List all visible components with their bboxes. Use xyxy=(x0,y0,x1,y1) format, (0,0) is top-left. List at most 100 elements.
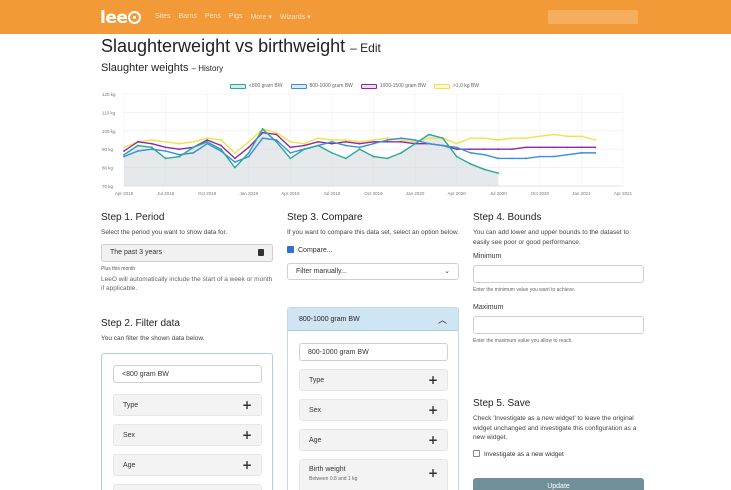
compare-row-sex[interactable]: Sex + xyxy=(299,399,448,421)
plus-icon: + xyxy=(427,403,438,417)
series-point-3 xyxy=(317,137,319,140)
plus-icon: + xyxy=(427,433,438,447)
compare-filter-select[interactable]: Filter manually... ⌄ xyxy=(287,262,459,280)
series-point-0 xyxy=(331,151,333,154)
series-point-1 xyxy=(469,151,472,154)
series-point-1 xyxy=(331,140,333,143)
chevron-up-icon: ︿ xyxy=(437,314,447,325)
series-point-1 xyxy=(441,144,444,147)
chevron-down-icon: ⌄ xyxy=(444,268,450,275)
filter-name-value: <800 gram BW xyxy=(122,370,169,378)
x-tick-label: Apr 2019 xyxy=(281,191,300,196)
x-tick-label: Apr 2018 xyxy=(115,191,134,196)
plus-icon: + xyxy=(241,428,252,442)
series-point-2 xyxy=(511,148,514,151)
nav-sites[interactable]: Sites xyxy=(155,13,171,21)
series-point-3 xyxy=(483,137,486,140)
series-point-1 xyxy=(386,139,389,141)
leeo-logo[interactable]: lee xyxy=(100,8,142,28)
series-point-3 xyxy=(358,140,361,143)
compare-row-type-label: Type xyxy=(309,376,325,384)
series-point-0 xyxy=(372,155,375,158)
filter-row-more[interactable] xyxy=(113,484,262,490)
series-point-2 xyxy=(233,157,236,160)
series-point-1 xyxy=(414,139,416,141)
series-point-3 xyxy=(455,142,458,145)
x-tick-label: Oct 2018 xyxy=(198,191,217,196)
plus-icon: + xyxy=(427,466,438,480)
series-point-3 xyxy=(247,140,250,143)
series-point-3 xyxy=(552,133,555,136)
chart-heading-suffix: – History xyxy=(191,64,224,73)
compare-row-age[interactable]: Age + xyxy=(299,429,448,451)
series-point-1 xyxy=(123,155,125,158)
series-point-2 xyxy=(178,148,181,151)
filter-row-age-label: Age xyxy=(123,461,136,469)
step4-bounds: Step 4. Bounds You can add lower and upp… xyxy=(473,212,645,344)
maximum-input[interactable] xyxy=(473,316,644,334)
series-point-0 xyxy=(455,155,458,158)
accordion-header[interactable]: 800-1000 gram BW ︿ xyxy=(288,308,458,331)
series-point-3 xyxy=(566,135,569,138)
series-point-2 xyxy=(289,146,292,149)
new-widget-row[interactable]: Investigate as a new widget xyxy=(473,449,645,458)
series-point-3 xyxy=(538,135,541,138)
y-tick-label: 90 kg xyxy=(102,147,114,152)
nav-wizards[interactable]: Wizards ▾ xyxy=(280,13,311,21)
filter-row-age[interactable]: Age + xyxy=(113,454,262,476)
series-point-2 xyxy=(358,142,361,145)
compare-name-input[interactable]: 800-1000 gram BW xyxy=(299,343,448,361)
step4-desc: You can add lower and upper bounds to th… xyxy=(473,229,629,246)
chart-heading-text: Slaughter weights xyxy=(101,62,189,74)
step5-save: Step 5. Save Check 'Investigate as a new… xyxy=(473,398,645,458)
series-point-3 xyxy=(372,139,375,141)
compare-checkbox-row[interactable]: Compare... xyxy=(287,245,459,254)
period-select[interactable]: The past 3 years xyxy=(101,243,273,262)
user-menu[interactable] xyxy=(548,10,638,24)
series-point-3 xyxy=(344,139,347,141)
compare-checkbox[interactable] xyxy=(287,245,294,253)
minimum-input[interactable] xyxy=(473,265,644,283)
page-title-text: Slaughterweight vs birthweight xyxy=(101,36,346,56)
new-widget-label: Investigate as a new widget xyxy=(484,450,564,458)
nav-pens[interactable]: Pens xyxy=(205,13,221,21)
filter-row-sex[interactable]: Sex + xyxy=(113,424,262,446)
series-point-3 xyxy=(233,151,236,154)
series-point-2 xyxy=(261,131,264,134)
series-point-0 xyxy=(497,172,500,175)
step4-title: Step 4. Bounds xyxy=(473,212,542,223)
series-point-1 xyxy=(566,153,569,156)
max-help: Enter the maximum value you allow to rea… xyxy=(473,338,573,344)
series-point-3 xyxy=(123,146,125,149)
compare-row-type[interactable]: Type + xyxy=(299,369,448,391)
series-point-2 xyxy=(220,144,222,147)
step1-title: Step 1. Period xyxy=(101,212,165,223)
compare-row-age-label: Age xyxy=(309,436,322,444)
series-point-2 xyxy=(566,146,569,149)
series-point-1 xyxy=(206,142,209,145)
series-point-1 xyxy=(289,151,292,154)
update-button[interactable]: Update xyxy=(473,478,644,490)
step1-period: Step 1. Period Select the period you wan… xyxy=(101,212,273,294)
new-widget-checkbox[interactable] xyxy=(473,449,480,457)
nav-pigs[interactable]: Pigs xyxy=(229,13,243,21)
series-point-0 xyxy=(358,148,361,151)
series-point-1 xyxy=(525,157,527,160)
x-tick-label: Jan 2019 xyxy=(239,191,258,196)
plus-icon: + xyxy=(427,373,438,387)
series-point-1 xyxy=(483,153,486,156)
step2-title: Step 2. Filter data xyxy=(101,318,180,329)
nav-barns[interactable]: Barns xyxy=(179,13,197,21)
series-point-0 xyxy=(289,157,292,160)
series-point-2 xyxy=(247,146,250,149)
compare-row-birth-weight[interactable]: Birth weight Between 0.8 and 1 kg + xyxy=(299,459,448,490)
series-point-0 xyxy=(206,140,209,143)
series-point-3 xyxy=(303,142,306,145)
filter-row-type[interactable]: Type + xyxy=(113,394,262,416)
filter-name-input[interactable]: <800 gram BW xyxy=(113,365,262,383)
series-point-1 xyxy=(580,151,583,154)
nav-more[interactable]: More ▾ xyxy=(250,13,271,21)
series-point-2 xyxy=(164,146,167,149)
series-point-2 xyxy=(317,140,319,143)
series-point-0 xyxy=(400,151,403,154)
